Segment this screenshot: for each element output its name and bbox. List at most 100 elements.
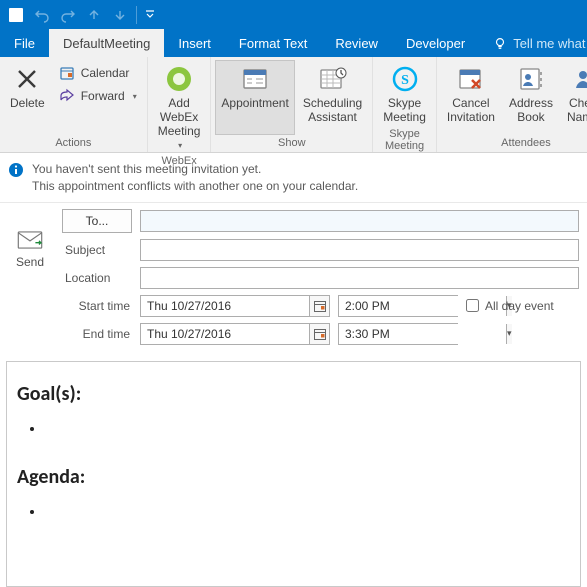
info-line-1: You haven't sent this meeting invitation… (32, 161, 358, 178)
chevron-down-icon: ▾ (178, 141, 182, 150)
check-names-icon (570, 63, 587, 95)
scheduling-button[interactable]: Scheduling Assistant (297, 60, 368, 135)
scheduling-icon (317, 63, 349, 95)
forward-label: Forward (81, 89, 125, 103)
calendar-label: Calendar (81, 66, 130, 80)
ribbon-tabs: File DefaultMeeting Insert Format Text R… (0, 29, 587, 57)
forward-button[interactable]: Forward ▾ (53, 85, 143, 107)
scheduling-label-1: Scheduling (303, 97, 362, 111)
calendar-picker-icon[interactable] (309, 296, 329, 316)
group-show-label: Show (211, 135, 372, 152)
subject-field[interactable] (140, 239, 579, 261)
to-button[interactable]: To... (62, 209, 132, 233)
body-editor[interactable]: Goal(s): Agenda: (6, 361, 581, 587)
end-date-field[interactable] (140, 323, 330, 345)
group-webex: Add WebEx Meeting ▾ WebEx (148, 57, 212, 152)
separator (136, 6, 137, 24)
group-actions-label: Actions (0, 135, 147, 152)
all-day-checkbox[interactable]: All day event (466, 299, 579, 313)
info-bar: You haven't sent this meeting invitation… (0, 153, 587, 202)
group-attendees-label: Attendees (437, 135, 587, 152)
add-webex-button[interactable]: Add WebEx Meeting ▾ (152, 60, 207, 153)
delete-label: Delete (10, 97, 45, 111)
info-icon (8, 162, 24, 178)
start-time-label: Start time (62, 299, 132, 313)
tab-review[interactable]: Review (321, 29, 392, 57)
location-label: Location (62, 271, 132, 285)
quick-access-toolbar (0, 0, 587, 29)
tab-file[interactable]: File (0, 29, 49, 57)
appointment-icon (239, 63, 271, 95)
group-attendees: Cancel Invitation Address Book Check Nam… (437, 57, 587, 152)
skype-label-2: Meeting (383, 111, 426, 125)
chevron-down-icon[interactable]: ▾ (506, 324, 512, 344)
calendar-icon (59, 65, 75, 81)
goals-list (45, 420, 570, 437)
cancel-invitation-icon (455, 63, 487, 95)
tab-developer[interactable]: Developer (392, 29, 479, 57)
all-day-input[interactable] (466, 299, 479, 312)
cancel-invitation-button[interactable]: Cancel Invitation (441, 60, 501, 135)
goals-heading: Goal(s): (17, 382, 570, 406)
group-skype: S Skype Meeting Skype Meeting (373, 57, 437, 152)
webex-icon (163, 63, 195, 95)
appointment-button[interactable]: Appointment (215, 60, 294, 135)
tell-me-label: Tell me what you (513, 36, 587, 51)
ab-label-2: Book (517, 111, 544, 125)
undo-icon[interactable] (30, 3, 54, 27)
list-item (45, 503, 570, 520)
send-button[interactable]: Send (6, 222, 54, 278)
start-date-field[interactable] (140, 295, 330, 317)
start-time-field[interactable]: ▾ (338, 295, 458, 317)
group-skype-label: Skype Meeting (373, 126, 436, 155)
next-item-icon[interactable] (108, 3, 132, 27)
subject-label: Subject (62, 243, 132, 257)
cancel-label-2: Invitation (447, 111, 495, 125)
delete-icon (11, 63, 43, 95)
scheduling-label-2: Assistant (308, 111, 357, 125)
group-actions: Delete Calendar Forward ▾ Actions (0, 57, 148, 152)
list-item (45, 420, 570, 437)
chk-label-1: Check (569, 97, 587, 111)
tab-insert[interactable]: Insert (164, 29, 225, 57)
agenda-list (45, 503, 570, 520)
redo-icon[interactable] (56, 3, 80, 27)
calendar-picker-icon[interactable] (309, 324, 329, 344)
ribbon: Delete Calendar Forward ▾ Actions (0, 57, 587, 153)
skype-label-1: Skype (388, 97, 421, 111)
check-names-button[interactable]: Check Names (561, 60, 587, 135)
all-day-label: All day event (485, 299, 554, 313)
ab-label-1: Address (509, 97, 553, 111)
webex-label-1: Add WebEx (158, 97, 201, 125)
webex-label-2: Meeting (158, 124, 201, 138)
tell-me[interactable]: Tell me what you (479, 29, 587, 57)
address-book-button[interactable]: Address Book (503, 60, 559, 135)
address-book-icon (515, 63, 547, 95)
meeting-form: Send To... Subject Location Start time ▾… (0, 202, 587, 353)
info-line-2: This appointment conflicts with another … (32, 178, 358, 195)
tab-defaultmeeting[interactable]: DefaultMeeting (49, 29, 164, 57)
skype-meeting-button[interactable]: S Skype Meeting (377, 60, 432, 126)
end-time-label: End time (62, 327, 132, 341)
lightbulb-icon (493, 36, 507, 50)
end-time-field[interactable]: ▾ (338, 323, 458, 345)
end-date-input[interactable] (141, 324, 309, 344)
agenda-heading: Agenda: (17, 465, 570, 489)
location-field[interactable] (140, 267, 579, 289)
save-icon[interactable] (4, 3, 28, 27)
prev-item-icon[interactable] (82, 3, 106, 27)
chk-label-2: Names (567, 111, 587, 125)
to-field[interactable] (140, 210, 579, 232)
start-date-input[interactable] (141, 296, 309, 316)
qat-customize-icon[interactable] (141, 9, 159, 21)
send-label: Send (16, 255, 44, 269)
calendar-button[interactable]: Calendar (53, 62, 143, 84)
forward-icon (59, 88, 75, 104)
appointment-label: Appointment (221, 97, 288, 111)
svg-text:S: S (401, 73, 409, 88)
end-time-input[interactable] (339, 324, 506, 344)
tab-format-text[interactable]: Format Text (225, 29, 321, 57)
group-show: Appointment Scheduling Assistant Show (211, 57, 373, 152)
delete-button[interactable]: Delete (4, 60, 51, 135)
skype-icon: S (389, 63, 421, 95)
